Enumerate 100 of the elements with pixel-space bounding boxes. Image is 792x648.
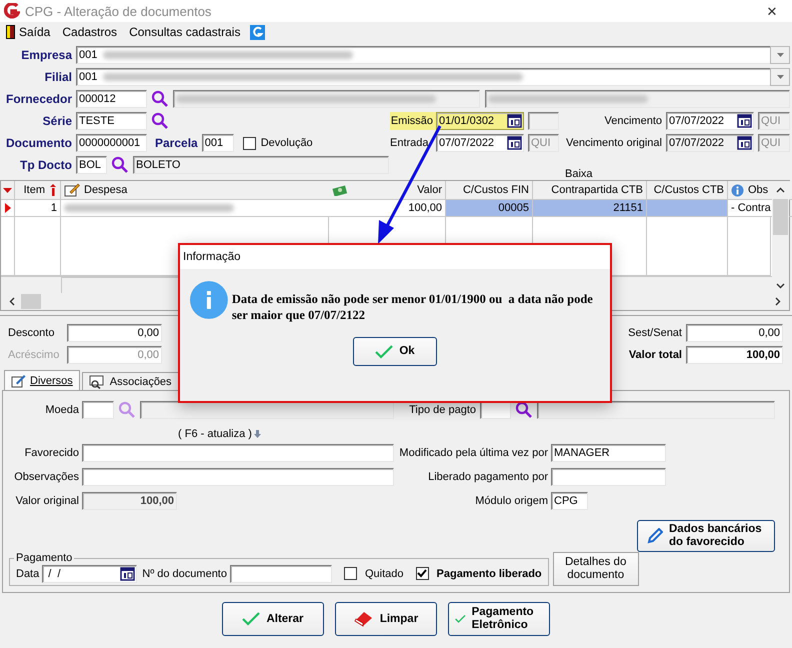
column-header[interactable]: C/Custos CTB [647,181,728,200]
discount-field[interactable]: 0,00 [67,324,162,342]
info-icon [190,281,228,319]
check-icon [375,344,394,358]
field-label: Acréscimo [8,349,60,361]
module-field: CPG [551,492,588,510]
calendar-icon[interactable] [737,114,752,128]
field-label: Liberado pagamento por [427,470,548,482]
sort-icon[interactable] [49,184,57,196]
field-value: / / [47,566,61,582]
logo-icon[interactable] [250,24,266,40]
search-icon[interactable] [111,156,129,174]
field-label: Parcela [155,136,198,150]
scroll-down-icon[interactable] [776,283,785,289]
company-field[interactable]: 001 [76,46,770,64]
group-title: Pagamento [15,552,74,564]
date-field[interactable]: / / [42,564,138,582]
document-number-field[interactable] [230,564,332,582]
modified-by-field: MANAGER [551,444,666,462]
bank-details-button[interactable]: Dados bancários do favorecido [637,520,775,552]
menu-item[interactable]: Saída [2,23,58,41]
dialog-title: Informação [180,245,610,269]
checkbox[interactable] [344,567,357,580]
search-icon[interactable] [515,400,533,418]
field-label: Desconto [8,327,56,339]
action-button[interactable]: Pagamento Eletrônico [448,602,550,636]
checkbox[interactable] [416,567,429,580]
tab[interactable]: Diversos [4,370,80,390]
column-header[interactable]: Despesa [84,184,128,196]
scroll-thumb[interactable] [773,199,788,235]
eraser-icon [354,611,374,627]
calendar-icon[interactable] [507,114,522,128]
door-icon [6,25,15,39]
edit-icon [11,374,26,388]
down-arrow-icon [254,430,261,438]
installment-field[interactable]: 001 [202,134,234,152]
notes-field[interactable] [82,468,394,486]
date-field[interactable]: 07/07/2022 [436,134,524,152]
tab[interactable]: Associações [82,372,179,390]
edit-icon [64,183,80,197]
doc-type-name-field: BOLETO [133,156,389,174]
checkbox[interactable] [242,136,256,150]
caret-icon [776,75,784,79]
menu-item[interactable]: Cadastros [58,23,126,41]
field-label: Vencimento original [566,137,662,149]
field-value: 07/07/2022 [669,136,724,151]
action-button[interactable]: Alterar [222,602,324,636]
calendar-icon[interactable] [120,566,136,580]
table-cell: 00005 [446,200,533,217]
series-field[interactable]: TESTE [76,112,147,130]
weekday-field: QUI [758,134,790,152]
caret-icon [3,188,12,192]
field-label: Favorecido [24,446,79,458]
dropdown-button[interactable] [770,46,790,64]
currency-field[interactable] [82,400,114,418]
document-field[interactable]: 0000000001 [76,134,147,152]
date-field[interactable]: 01/01/0302 [436,112,524,130]
column-header[interactable]: Item [24,184,45,196]
field-value: 07/07/2022 [669,114,724,129]
ok-button[interactable]: Ok [353,337,437,366]
scroll-up-icon[interactable] [776,187,785,193]
dialog-message: Data de emissão não pode ser menor 01/01/1900 ou a data não pode ser maior que 07/07/2122 [232,291,594,323]
supplier-code-field[interactable]: 000012 [76,90,147,108]
action-button[interactable]: Limpar [335,602,437,636]
payee-field[interactable] [82,444,394,462]
dropdown-button[interactable] [770,68,790,86]
info-icon [731,184,744,196]
close-button[interactable]: ✕ [752,0,792,22]
calendar-icon[interactable] [507,136,522,150]
branch-field[interactable]: 001 [76,68,770,86]
doc-type-field[interactable]: BOL [76,156,107,174]
field-label: Módulo origem [474,494,548,506]
field-label: Valor total [628,349,682,361]
field-label: Empresa [20,48,72,62]
field-label: Nº do documento [142,568,227,580]
weekday-field: QUI [758,112,790,130]
field-label: Vencimento [604,115,662,127]
field-label: Valor original [14,494,79,506]
field-label: Entrada [390,136,430,151]
scroll-thumb[interactable] [21,294,41,309]
search-icon[interactable] [151,90,169,108]
search-icon[interactable] [151,112,169,130]
scroll-left-icon[interactable] [9,297,15,306]
section-label: Baixa [565,168,593,180]
field-value: 001 [79,48,98,63]
field-label: Sest/Senat [627,327,682,339]
column-header[interactable]: Obs [748,184,768,196]
date-field[interactable]: 07/07/2022 [666,112,754,130]
field-value: 001 [79,70,98,85]
column-header[interactable]: Contrapartida CTB [533,181,647,200]
document-details-button[interactable]: Detalhes do documento [552,552,639,586]
checkbox-label: Quitado [364,568,404,580]
scroll-right-icon[interactable] [775,297,781,306]
column-header[interactable]: Valor [417,184,442,196]
field-value: 01/01/0302 [439,114,494,129]
window-title: CPG - Alteração de documentos [25,4,212,18]
tax-field[interactable]: 0,00 [686,324,783,342]
money-icon [332,184,348,196]
hint-text: ( F6 - atualiza ) [178,428,252,440]
menu-item[interactable]: Consultas cadastrais [125,23,248,41]
